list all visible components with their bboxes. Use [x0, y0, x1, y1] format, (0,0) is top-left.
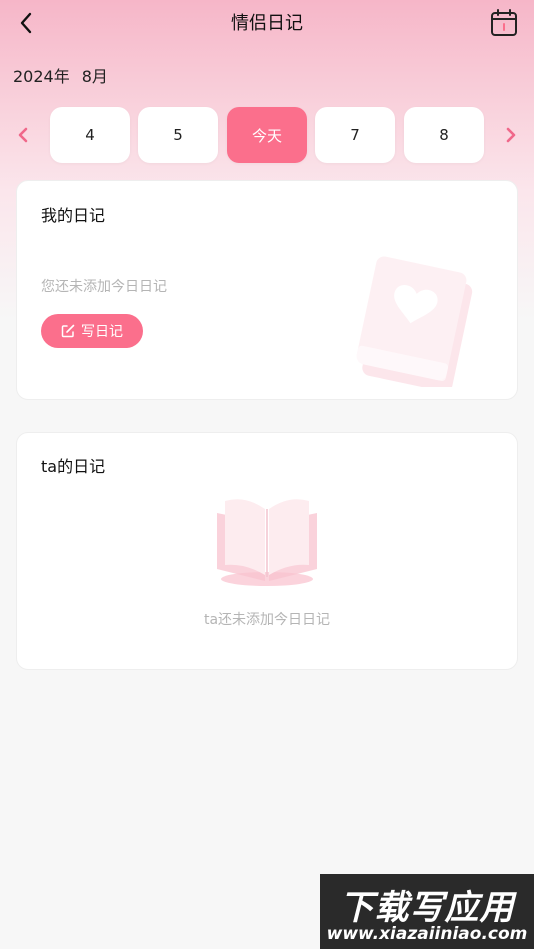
- date-strip: 4 5 今天 7 8: [0, 107, 534, 163]
- heart-diary-illustration: [355, 256, 473, 387]
- my-diary-card: 我的日记 您还未添加今日日记 写日记: [16, 180, 518, 400]
- month-text: 8月: [81, 67, 108, 86]
- page-title: 情侣日记: [231, 13, 303, 34]
- date-label: 4: [85, 126, 95, 144]
- next-date-button[interactable]: [503, 123, 519, 147]
- date-item-8[interactable]: 8: [404, 107, 484, 163]
- calendar-icon: [491, 9, 517, 36]
- ta-diary-empty-text: ta还未添加今日日记: [203, 612, 331, 628]
- write-diary-button[interactable]: 写日记: [41, 314, 143, 348]
- my-diary-empty-text: 您还未添加今日日记: [41, 279, 167, 295]
- calendar-button[interactable]: [490, 9, 518, 37]
- write-diary-label: 写日记: [81, 324, 123, 340]
- my-diary-title: 我的日记: [41, 206, 106, 225]
- watermark-logo: 下载写应用 www.xiazaiiniao.com: [320, 874, 534, 949]
- watermark-url: www.xiazaiiniao.com: [326, 924, 528, 944]
- date-item-5[interactable]: 5: [138, 107, 218, 163]
- watermark-title: 下载写应用: [339, 888, 515, 928]
- month-label: 2024年 8月: [13, 63, 108, 87]
- ta-diary-title: ta的日记: [41, 457, 106, 476]
- prev-date-button[interactable]: [15, 123, 31, 147]
- date-label: 8: [439, 126, 449, 144]
- date-label: 5: [173, 126, 183, 144]
- date-item-today[interactable]: 今天: [227, 107, 307, 163]
- chevron-right-icon: [506, 127, 516, 143]
- open-book-illustration: [217, 499, 317, 586]
- date-item-4[interactable]: 4: [50, 107, 130, 163]
- edit-icon: [61, 324, 75, 338]
- date-item-7[interactable]: 7: [315, 107, 395, 163]
- year-text: 2024年: [13, 67, 70, 86]
- chevron-left-icon: [18, 127, 28, 143]
- date-label: 今天: [251, 126, 282, 145]
- ta-diary-card: ta的日记 ta还未添加今日日记: [16, 432, 518, 670]
- app-header: 情侣日记: [0, 0, 534, 44]
- date-label: 7: [350, 126, 360, 144]
